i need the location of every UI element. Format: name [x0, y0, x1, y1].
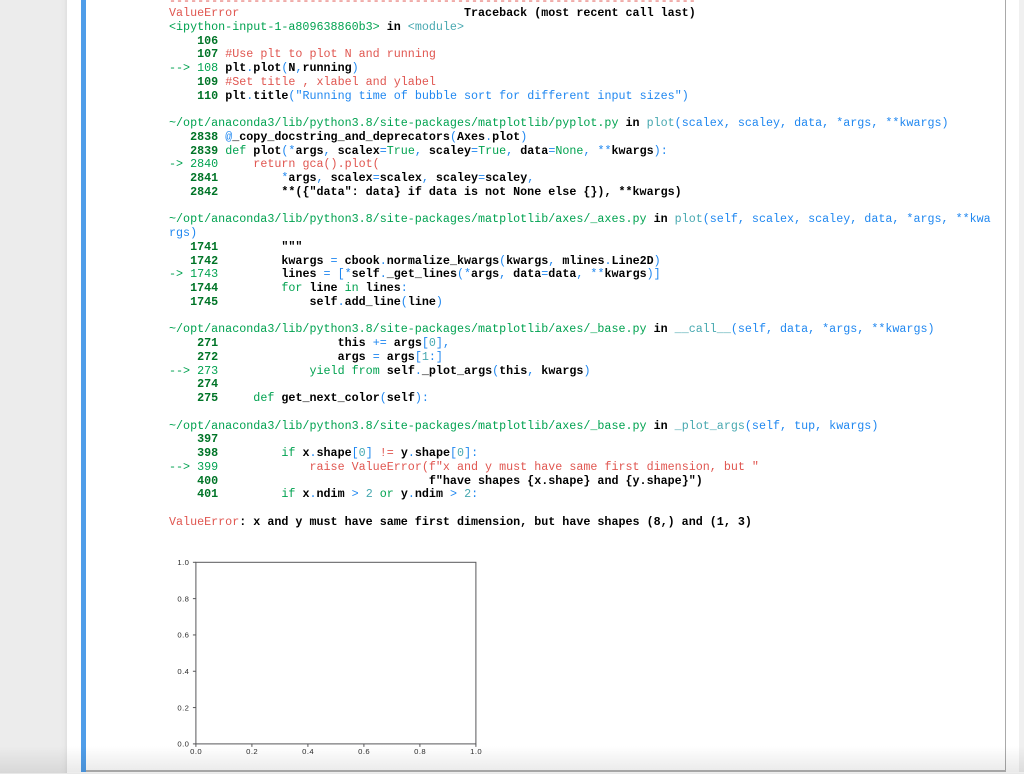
svg-text:0.6: 0.6 — [177, 631, 189, 640]
svg-text:0.2: 0.2 — [177, 703, 189, 712]
svg-text:0.8: 0.8 — [177, 594, 189, 603]
svg-text:1.0: 1.0 — [177, 558, 189, 567]
svg-text:0.4: 0.4 — [177, 667, 189, 676]
